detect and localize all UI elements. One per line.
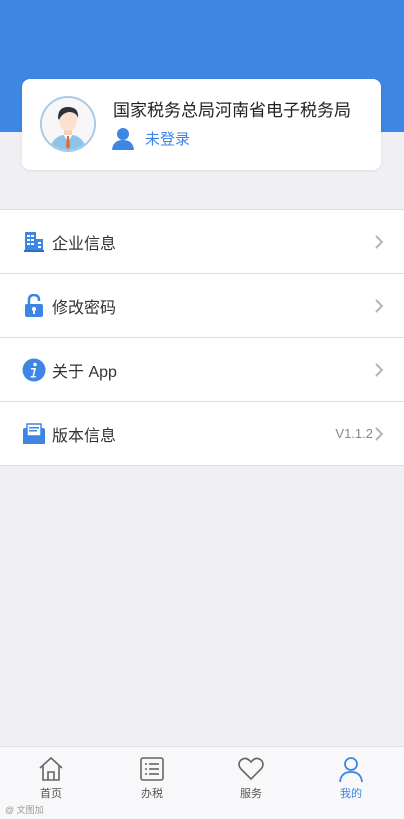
menu-item-label: 版本信息 xyxy=(52,427,117,445)
heart-icon xyxy=(238,757,264,781)
menu-item-label: 关于 App xyxy=(52,363,117,381)
envelope-icon xyxy=(22,422,46,446)
menu-item-change-password[interactable]: 修改密码 xyxy=(0,274,404,338)
person-avatar-icon[interactable] xyxy=(40,96,96,152)
bottom-tab-bar: 首页 办税 服务 我的 xyxy=(0,746,404,819)
info-icon xyxy=(22,358,46,382)
watermark: @ 文图加 xyxy=(5,805,44,815)
menu-item-right xyxy=(374,210,384,273)
tab-label: 首页 xyxy=(40,788,62,800)
tab-label: 办税 xyxy=(141,788,163,800)
list-icon xyxy=(140,757,164,781)
version-number: V1.1.2 xyxy=(335,426,373,441)
menu-item-company-info[interactable]: 企业信息 xyxy=(0,210,404,274)
tab-tax[interactable]: 办税 xyxy=(112,747,192,819)
tab-label: 服务 xyxy=(240,788,262,800)
chevron-right-icon xyxy=(375,426,384,441)
home-icon xyxy=(39,756,63,781)
menu-item-label: 企业信息 xyxy=(52,235,117,253)
login-row[interactable]: 未登录 xyxy=(111,125,190,151)
menu-item-right: V1.1.2 xyxy=(335,402,384,465)
chevron-right-icon xyxy=(375,298,384,313)
menu-item-about-app[interactable]: 关于 App xyxy=(0,338,404,402)
chevron-right-icon xyxy=(375,234,384,249)
chevron-right-icon xyxy=(375,362,384,377)
tab-mine[interactable]: 我的 xyxy=(311,747,391,819)
menu-item-right xyxy=(374,338,384,401)
person-icon xyxy=(339,757,363,783)
settings-menu: 企业信息 修改密码 关于 App 版本信息 V1.1.2 xyxy=(0,209,404,466)
menu-item-label: 修改密码 xyxy=(52,299,117,317)
tab-label: 我的 xyxy=(340,788,362,800)
profile-card: 国家税务总局河南省电子税务局 未登录 xyxy=(22,79,381,170)
building-icon xyxy=(22,230,46,254)
lock-icon xyxy=(22,293,46,318)
org-name: 国家税务总局河南省电子税务局 xyxy=(113,101,351,120)
user-icon xyxy=(112,128,134,150)
tab-service[interactable]: 服务 xyxy=(211,747,291,819)
menu-item-right xyxy=(374,274,384,337)
login-status[interactable]: 未登录 xyxy=(145,128,190,149)
menu-item-version-info[interactable]: 版本信息 V1.1.2 xyxy=(0,402,404,466)
